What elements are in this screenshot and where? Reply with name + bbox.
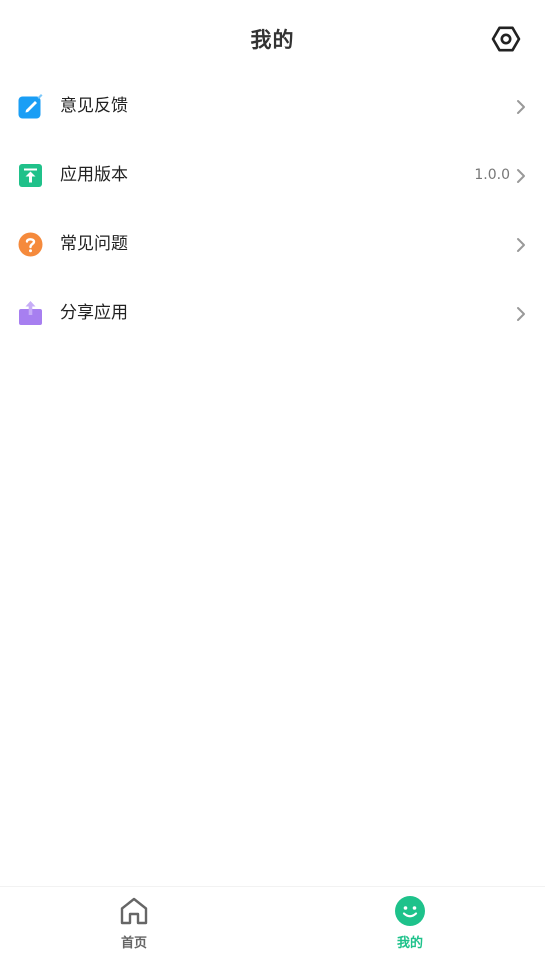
menu-item-faq[interactable]: 常见问题 (0, 210, 545, 279)
menu-item-feedback[interactable]: 意见反馈 (0, 72, 545, 141)
page-title: 我的 (250, 28, 295, 52)
settings-button[interactable] (490, 23, 522, 55)
faq-question-icon (18, 232, 43, 257)
menu-item-label: 常见问题 (60, 234, 128, 254)
bottom-tab-bar: 首页 我的 (0, 886, 545, 954)
menu-item-label: 应用版本 (60, 165, 128, 185)
menu-item-label: 意见反馈 (60, 96, 128, 116)
settings-hexagon-icon (491, 26, 521, 52)
menu-item-share-app[interactable]: 分享应用 (0, 279, 545, 348)
chevron-right-icon (517, 238, 525, 252)
chevron-right-icon (517, 100, 525, 114)
feedback-edit-icon (18, 94, 43, 119)
chevron-right-icon (517, 169, 525, 183)
home-icon (120, 897, 148, 925)
menu-list: 意见反馈 应用版本 1.0.0 常见问题 分享应用 (0, 72, 545, 348)
app-version-value: 1.0.0 (474, 167, 510, 183)
chevron-right-icon (517, 307, 525, 321)
tab-home-label: 首页 (120, 936, 147, 951)
tab-mine-label: 我的 (396, 936, 423, 951)
share-app-icon (19, 301, 42, 325)
tab-home[interactable]: 首页 (74, 887, 194, 954)
page-header: 我的 (0, 0, 545, 78)
menu-item-label: 分享应用 (60, 303, 128, 323)
smiley-face-icon (395, 896, 425, 926)
mine-page-screen: 我的 意见反馈 应用版本 1.0.0 常见问题 分享应用 首页 我的 (0, 0, 545, 954)
app-version-upload-icon (19, 164, 42, 187)
tab-mine[interactable]: 我的 (350, 887, 470, 954)
menu-item-app-version[interactable]: 应用版本 1.0.0 (0, 141, 545, 210)
